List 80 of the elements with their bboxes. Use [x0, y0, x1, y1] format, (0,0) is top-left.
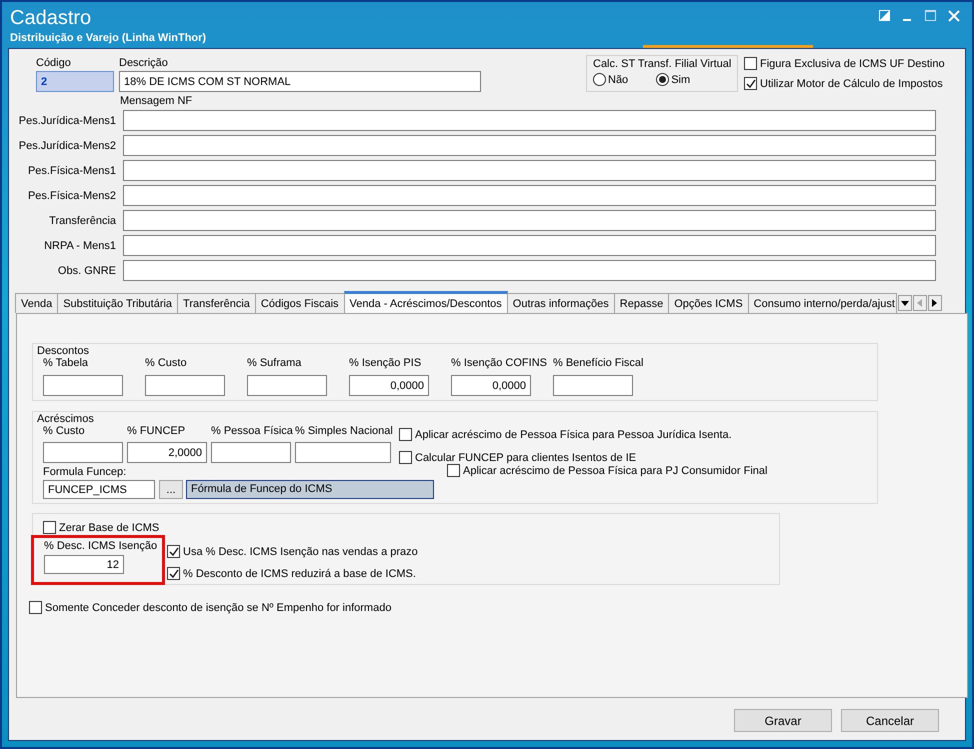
field-label: Código — [36, 57, 72, 69]
scroll-right-button[interactable] — [928, 295, 942, 311]
message-field[interactable] — [123, 210, 936, 231]
checkbox[interactable]: Calcular FUNCEP para clientes Isentos de IE — [399, 451, 732, 464]
window-title: Cadastro — [10, 7, 92, 29]
field-label: % Isenção PIS — [349, 357, 422, 369]
tab-list-button[interactable] — [898, 295, 912, 311]
field-label: % Isenção COFINS — [451, 357, 547, 369]
percent-field[interactable]: 0,0000 — [349, 375, 429, 396]
code-field[interactable]: 2 — [36, 71, 114, 92]
caret-down-icon — [900, 300, 909, 306]
checkbox[interactable]: Aplicar acréscimo de Pessoa Física para Pessoa Jurídica Isenta. — [399, 428, 732, 441]
field-label: Pes.Física-Mens2 — [26, 190, 116, 202]
checkbox[interactable]: Zerar Base de ICMS — [43, 521, 779, 534]
field-label: % FUNCEP — [127, 425, 186, 437]
checkbox[interactable]: Utilizar Motor de Cálculo de Impostos — [744, 77, 945, 90]
checkbox-box — [399, 428, 412, 441]
window-subtitle: Distribuição e Varejo (Linha WinThor) — [10, 32, 206, 44]
radio-option[interactable]: Não — [593, 73, 628, 86]
percent-field[interactable] — [295, 442, 391, 463]
message-field[interactable] — [123, 185, 936, 206]
group-title: Calc. ST Transf. Filial Virtual — [593, 58, 731, 70]
percent-field[interactable] — [247, 375, 327, 396]
checkbox-box — [29, 601, 42, 614]
checkbox[interactable]: % Desconto de ICMS reduzirá a base de ICMS. — [167, 567, 418, 580]
field-label: Obs. GNRE — [56, 264, 116, 276]
message-field[interactable] — [123, 160, 936, 181]
tab[interactable]: Consumo interno/perda/ajust — [748, 293, 897, 313]
message-field[interactable] — [123, 135, 936, 156]
percent-field[interactable] — [43, 442, 123, 463]
browse-button[interactable]: ... — [159, 480, 183, 499]
field-label: % Tabela — [43, 357, 90, 369]
checkbox-box — [447, 464, 460, 477]
field-label: Descrição — [119, 57, 169, 69]
cancel-button[interactable]: Cancelar — [841, 709, 939, 732]
checkbox-box — [744, 57, 757, 70]
caret-left-icon — [917, 299, 922, 307]
checkbox[interactable]: Somente Conceder desconto de isenção se Nº Empenho for informado — [29, 601, 967, 614]
group-title: Descontos — [37, 345, 90, 357]
field-label: Formula Funcep: — [43, 466, 128, 478]
group-title: Acréscimos — [37, 413, 95, 425]
checkbox[interactable]: Figura Exclusiva de ICMS UF Destino — [744, 57, 945, 70]
percent-field[interactable]: 2,0000 — [127, 442, 207, 463]
message-field[interactable] — [123, 110, 936, 131]
field-label: % Simples Nacional — [295, 425, 391, 437]
percent-field[interactable]: 0,0000 — [451, 375, 531, 396]
field-label: Pes.Jurídica-Mens2 — [18, 140, 116, 152]
description-field[interactable]: 18% DE ICMS COM ST NORMAL — [119, 71, 481, 92]
percent-field[interactable] — [553, 375, 633, 396]
field-label: % Suframa — [247, 357, 302, 369]
percent-field[interactable] — [211, 442, 291, 463]
checkbox-box — [399, 451, 412, 464]
field-label: % Desc. ICMS Isenção — [44, 540, 158, 552]
percent-field[interactable]: 12 — [44, 555, 124, 574]
restore-icon[interactable] — [879, 10, 890, 21]
message-field[interactable] — [123, 235, 936, 256]
field-label: % Benefício Fiscal — [553, 357, 644, 369]
field-label: NRPA - Mens1 — [43, 240, 116, 252]
field-label: % Custo — [145, 357, 188, 369]
checkbox[interactable]: Aplicar acréscimo de Pessoa Física para PJ Consumidor Final — [447, 464, 768, 477]
formula-description: Fórmula de Funcep do ICMS — [186, 480, 434, 499]
formula-field[interactable]: FUNCEP_ICMS — [43, 480, 155, 499]
percent-field[interactable] — [43, 375, 123, 396]
checkbox-box — [43, 521, 56, 534]
caret-right-icon — [932, 299, 938, 307]
percent-field[interactable] — [145, 375, 225, 396]
maximize-icon[interactable] — [925, 10, 936, 21]
checkbox[interactable]: Usa % Desc. ICMS Isenção nas vendas a prazo — [167, 545, 418, 558]
field-label: % Custo — [43, 425, 86, 437]
section-label: Mensagem NF — [120, 95, 194, 107]
message-field[interactable] — [123, 260, 936, 281]
field-label: Transferência — [48, 214, 116, 226]
radio-option[interactable]: Sim — [656, 73, 690, 86]
tab[interactable]: Venda - Acréscimos/Descontos — [344, 291, 508, 313]
tab[interactable]: Venda — [15, 293, 58, 313]
field-label: % Pessoa Física — [211, 425, 291, 437]
close-icon[interactable] — [948, 10, 960, 22]
field-label: Pes.Física-Mens1 — [26, 164, 116, 176]
field-label: Pes.Jurídica-Mens1 — [18, 114, 116, 126]
save-button[interactable]: Gravar — [734, 709, 832, 732]
